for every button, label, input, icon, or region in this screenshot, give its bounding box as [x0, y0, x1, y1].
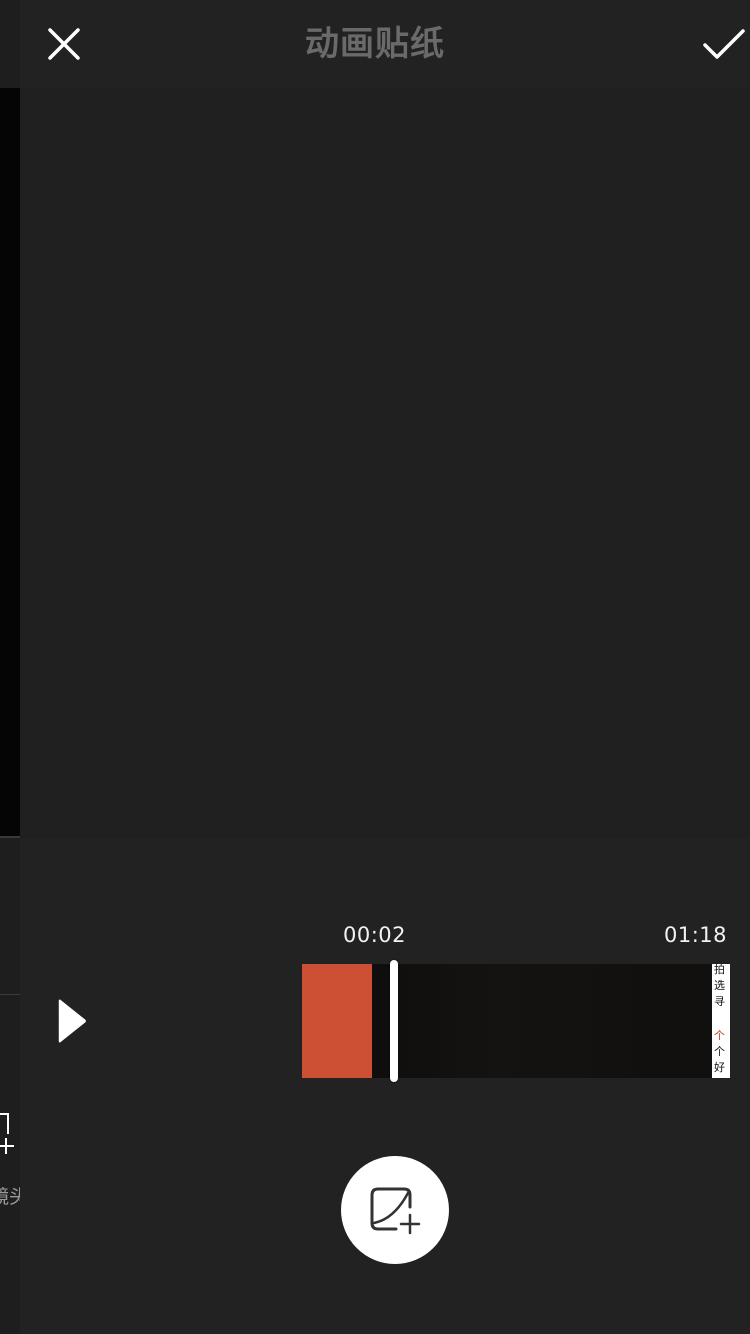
thumbnail-text: 个 [714, 1045, 725, 1058]
page-title: 动画贴纸 [305, 24, 445, 64]
close-icon [48, 28, 80, 60]
background-tool-label: 镜头 [0, 1186, 20, 1208]
add-clip-icon [0, 1113, 14, 1154]
video-preview[interactable] [20, 88, 750, 838]
playhead[interactable] [390, 960, 398, 1082]
close-button[interactable] [42, 22, 86, 66]
thumbnail-text: 个 [714, 1029, 725, 1042]
background-video-preview [0, 88, 20, 838]
top-bar: 动画贴纸 [20, 0, 750, 88]
confirm-button[interactable] [700, 20, 748, 68]
video-thumbnail: 拍 选 寻 个 个 好 [712, 964, 730, 1078]
total-duration-label: 01:18 [664, 923, 728, 947]
add-sticker-button[interactable] [341, 1156, 449, 1264]
play-icon[interactable] [38, 996, 86, 1046]
sticker-clip[interactable] [302, 964, 372, 1078]
current-time-label: 00:02 [343, 923, 407, 947]
checkmark-icon [703, 29, 745, 59]
add-sticker-icon [370, 1187, 421, 1235]
screen: 镜头 动画贴纸 00:02 01:18 拍 选 [0, 0, 750, 1334]
animated-sticker-panel: 动画贴纸 [20, 0, 750, 1334]
thumbnail-text: 寻 [714, 995, 725, 1008]
thumbnail-text: 好 [714, 1061, 725, 1074]
timeline-track[interactable]: 拍 选 寻 个 个 好 [302, 964, 730, 1078]
thumbnail-text: 选 [714, 979, 725, 992]
background-app-edge: 镜头 [0, 0, 20, 1334]
background-divider [0, 994, 20, 995]
thumbnail-text: 拍 [714, 964, 725, 976]
